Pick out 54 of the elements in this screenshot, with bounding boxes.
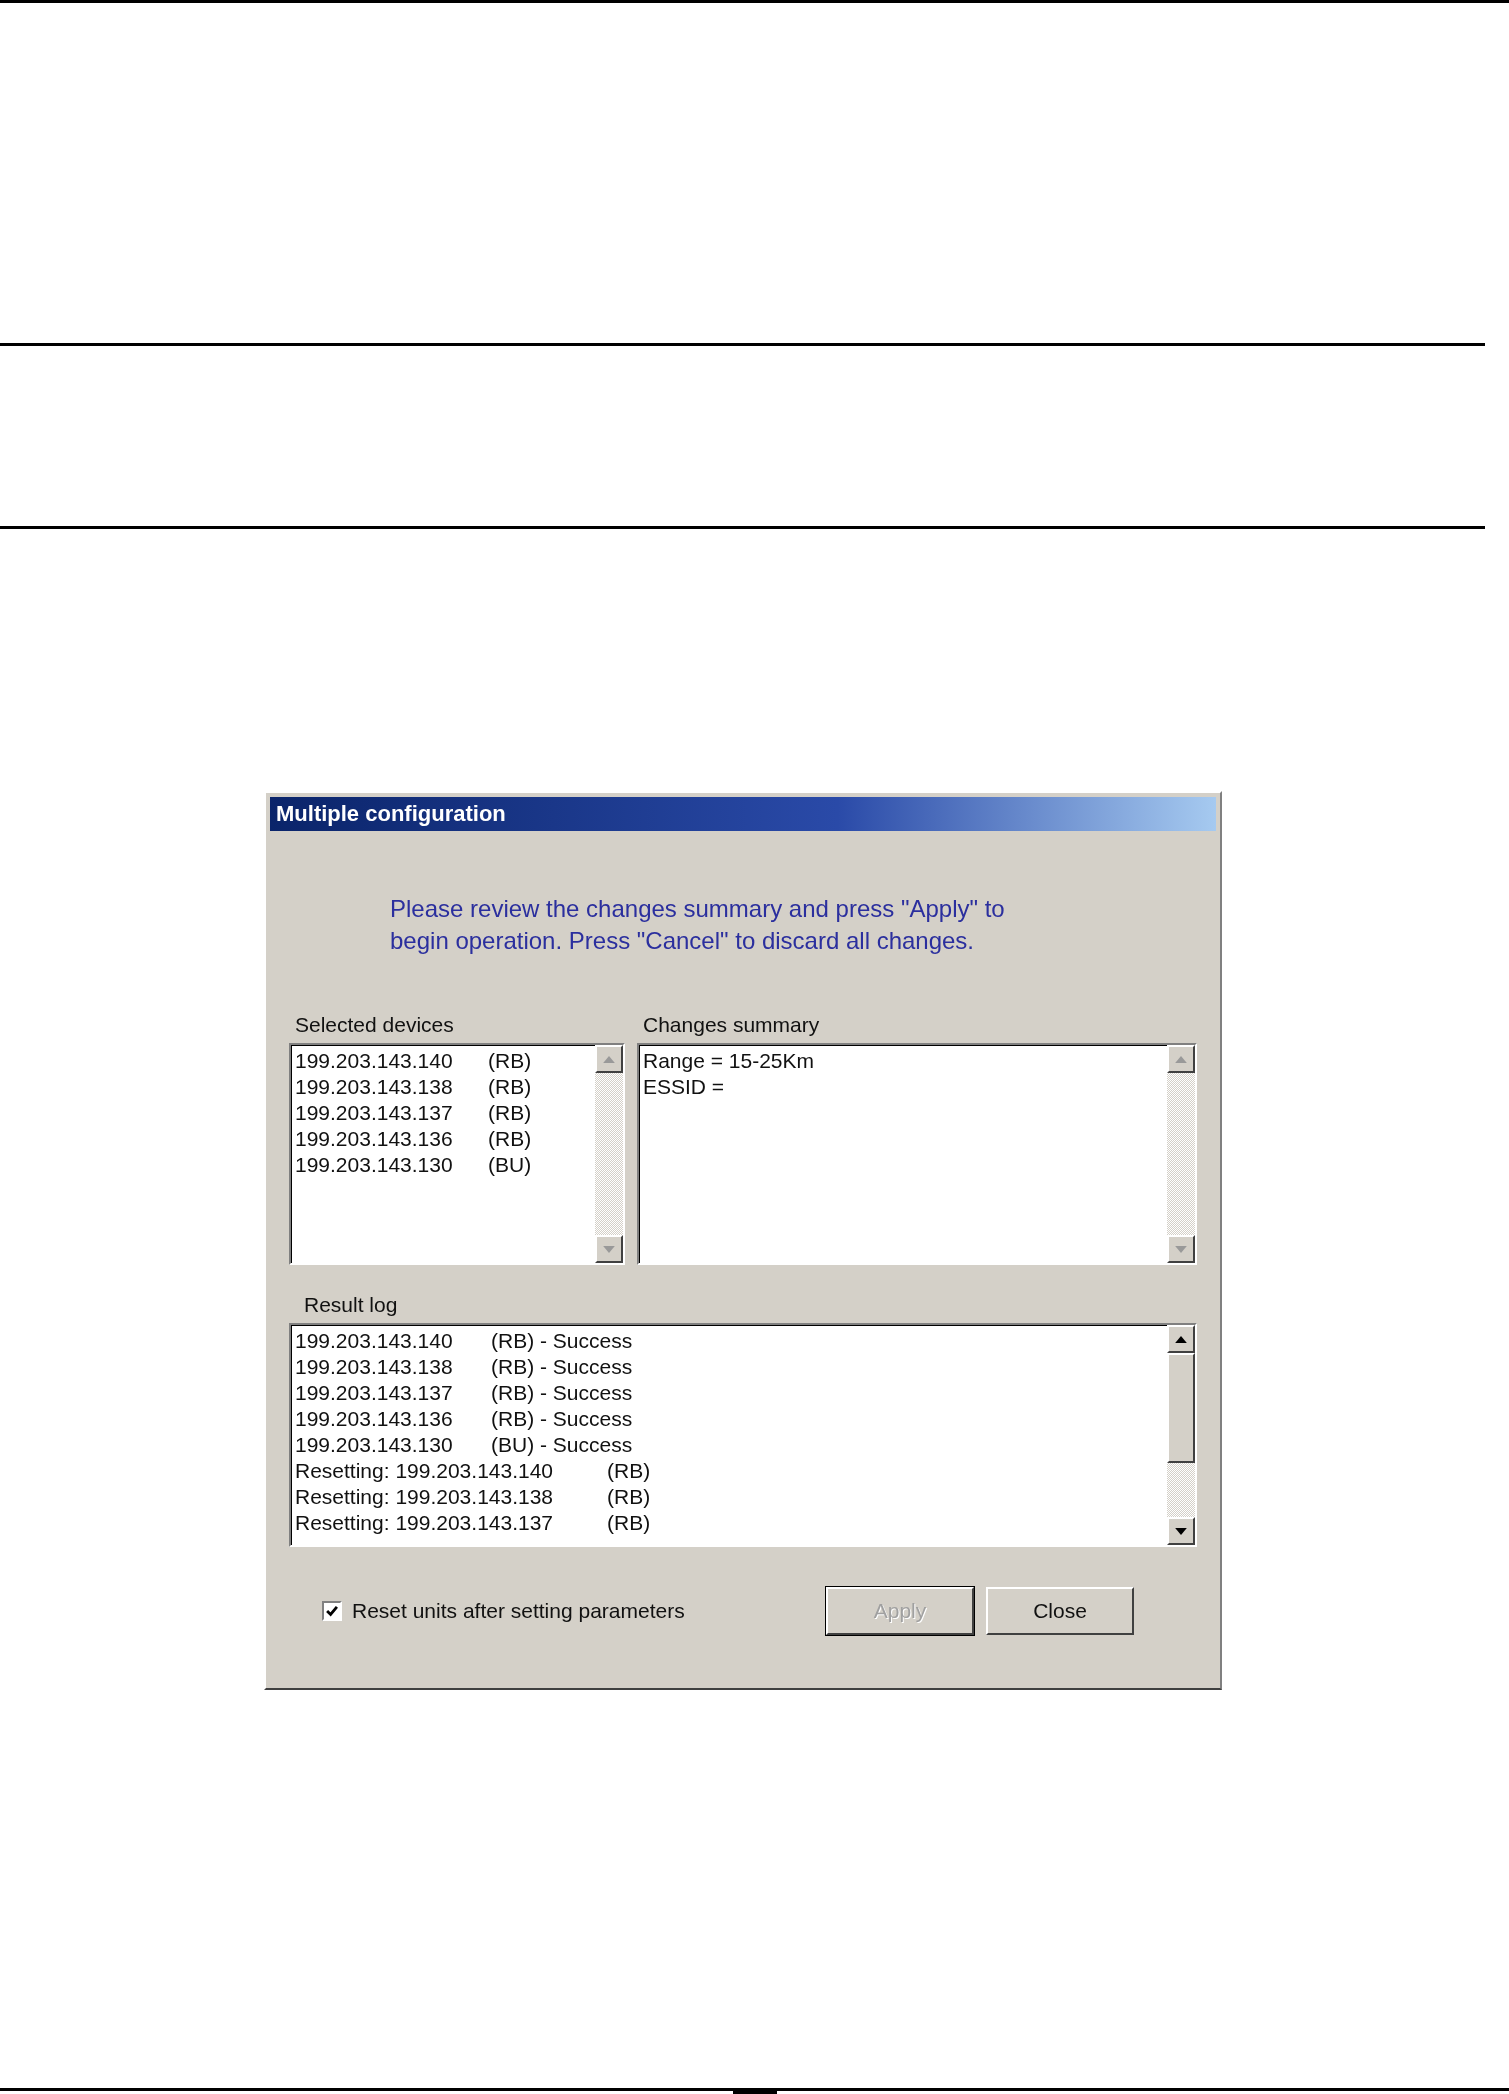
- log-entry: Resetting: 199.203.143.140: [295, 1458, 555, 1484]
- scrollbar[interactable]: [1167, 1045, 1195, 1263]
- scrollbar[interactable]: [1167, 1325, 1195, 1545]
- device-list[interactable]: 199.203.143.140 (RB) 199.203.143.138 (RB) 199.203.143.137 (RB) 199.203.143.136 (RB) 199.203.143.130 (BU): [289, 1043, 625, 1265]
- down-triangle-icon: [1175, 1527, 1187, 1535]
- device-type: (RB): [488, 1127, 532, 1150]
- scroll-up-button[interactable]: [595, 1045, 623, 1073]
- up-triangle-icon: [1175, 1335, 1187, 1343]
- log-status: (RB) - Success: [491, 1329, 633, 1352]
- device-address: 199.203.143.136: [295, 1126, 454, 1152]
- device-type: (RB): [488, 1075, 532, 1098]
- log-entry: 199.203.143.138: [295, 1354, 454, 1380]
- log-status: (RB): [607, 1459, 651, 1482]
- scroll-down-button[interactable]: [1167, 1517, 1195, 1545]
- log-status: (RB) - Success: [491, 1381, 633, 1404]
- up-triangle-icon: [1175, 1055, 1187, 1063]
- list-label: Changes summary: [643, 1013, 821, 1037]
- device-type: (BU): [488, 1153, 532, 1176]
- log-status: (RB): [607, 1485, 651, 1508]
- up-triangle-icon: [603, 1055, 615, 1063]
- scroll-thumb[interactable]: [1167, 1353, 1195, 1463]
- summary-line: ESSID =: [643, 1075, 725, 1098]
- log-status: (RB) - Success: [491, 1355, 633, 1378]
- checkbox[interactable]: [322, 1601, 342, 1621]
- list-label: Selected devices: [295, 1013, 455, 1037]
- log-entry: 199.203.143.140: [295, 1328, 454, 1354]
- dialog-button[interactable]: Close: [986, 1587, 1134, 1635]
- scroll-down-button[interactable]: [595, 1235, 623, 1263]
- scroll-up-button[interactable]: [1167, 1045, 1195, 1073]
- device-address: 199.203.143.138: [295, 1074, 454, 1100]
- checkbox-label: Reset units after setting parameters: [352, 1599, 685, 1623]
- log-entry: Resetting: 199.203.143.137: [295, 1510, 555, 1536]
- scrollbar[interactable]: [595, 1045, 623, 1263]
- instruction-text: Please review the changes summary and press "Apply" to begin operation. Press "Cancel" to discard all changes.: [390, 894, 1006, 956]
- log-status: (RB): [607, 1511, 651, 1534]
- down-triangle-icon: [1175, 1245, 1187, 1253]
- device-address: 199.203.143.130: [295, 1152, 454, 1178]
- window-title: Multiple configuration: [276, 801, 506, 827]
- checkmark-icon: [325, 1604, 339, 1618]
- log-entry: 199.203.143.136: [295, 1406, 454, 1432]
- summary-line: Range = 15-25Km: [643, 1049, 815, 1072]
- device-address: 199.203.143.140: [295, 1048, 454, 1074]
- device-address: 199.203.143.137: [295, 1100, 454, 1126]
- log-entry: Resetting: 199.203.143.138: [295, 1484, 555, 1510]
- log-status: (RB) - Success: [491, 1407, 633, 1430]
- device-type: (RB): [488, 1101, 532, 1124]
- scroll-up-button[interactable]: [1167, 1325, 1195, 1353]
- down-triangle-icon: [603, 1245, 615, 1253]
- log-entry: 199.203.143.130: [295, 1432, 454, 1458]
- log-entry: 199.203.143.137: [295, 1380, 454, 1406]
- device-type: (RB): [488, 1049, 532, 1072]
- scroll-down-button[interactable]: [1167, 1235, 1195, 1263]
- log-label: Result log: [304, 1293, 399, 1317]
- log-status: (BU) - Success: [491, 1433, 633, 1456]
